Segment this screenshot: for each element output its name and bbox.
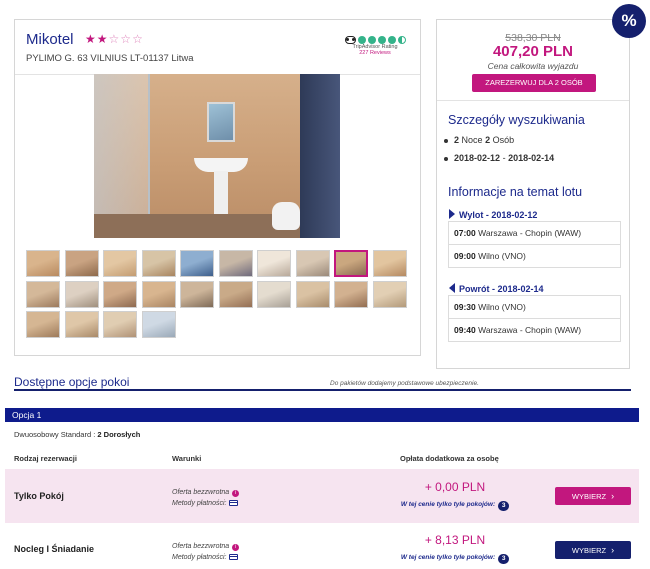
- main-hotel-photo[interactable]: [94, 74, 340, 238]
- hotel-header: Mikotel ★★☆☆☆ PYLIMO G. 63 VILNIUS LT-01…: [15, 20, 420, 75]
- photo-thumbnail[interactable]: [372, 250, 407, 277]
- photo-thumbnail[interactable]: [141, 311, 176, 338]
- photo-thumbnail[interactable]: [334, 250, 368, 277]
- insurance-note: Do pakietów dodajemy podstawowe ubezpiec…: [330, 380, 479, 387]
- photo-thumbnail[interactable]: [372, 280, 407, 308]
- photo-thumbnail[interactable]: [103, 280, 137, 308]
- price-caption: Cena całkowita wyjazdu: [487, 61, 579, 71]
- info-icon[interactable]: i: [232, 490, 240, 497]
- rooms-left-note: W tej cenie tylko tyle pokojów: 3: [385, 501, 525, 511]
- star-filled-icon: ★: [85, 32, 97, 46]
- photo-thumbnail[interactable]: [64, 250, 99, 277]
- flight-leg: 09:30 Wilno (VNO): [448, 295, 621, 319]
- flight-info-title: Informacje na temat lotu: [448, 185, 583, 199]
- photo-thumbnail[interactable]: [180, 250, 214, 277]
- conditions: Oferta bezzwrotna i Metody płatności:: [172, 541, 240, 563]
- flight-leg: 09:00 Wilno (VNO): [448, 244, 621, 268]
- discount-badge: %: [612, 4, 646, 38]
- reservation-type: Tylko Pokój: [14, 491, 64, 501]
- info-icon[interactable]: i: [232, 544, 240, 551]
- room-type: Dwuosobowy Standard : 2 Dorosłych: [14, 430, 141, 439]
- photo-thumbnail[interactable]: [103, 250, 137, 277]
- rating-bubble-icon: [357, 36, 366, 44]
- photo-thumbnail[interactable]: [64, 280, 99, 308]
- reservation-type: Nocleg I Śniadanie: [14, 544, 95, 554]
- star-empty-icon: ☆: [108, 32, 121, 46]
- star-rating: ★★☆☆☆: [85, 32, 144, 46]
- rating-bubble-icon: [387, 36, 396, 44]
- rooms-left-note: W tej cenie tylko tyle pokojów: 3: [385, 554, 525, 564]
- flight-leg: 09:40 Warszawa - Chopin (WAW): [448, 318, 621, 342]
- tripadvisor-reviews[interactable]: 227 Reviews: [342, 50, 408, 56]
- choose-button[interactable]: WYBIERZ ›: [555, 487, 631, 505]
- photo-thumbnail[interactable]: [257, 280, 291, 308]
- table-row: Tylko Pokój Oferta bezzwrotna i Metody pł…: [5, 469, 639, 523]
- price-summary-box: 538,30 PLN 407,20 PLN Cena całkowita wyj…: [436, 19, 630, 369]
- hotel-address: PYLIMO G. 63 VILNIUS LT-01137 Litwa: [26, 53, 194, 64]
- column-header-conditions: Warunki: [172, 454, 202, 463]
- photo-thumbnail[interactable]: [141, 280, 176, 308]
- arrow-right-icon: [449, 209, 455, 219]
- column-header-fee: Opłata dodatkowa za osobę: [400, 454, 499, 463]
- room-options-title: Dostępne opcje pokoi: [14, 375, 130, 389]
- credit-card-icon: [229, 554, 239, 560]
- photo-thumbnail[interactable]: [26, 311, 60, 338]
- stay-dates: 2018-02-12 - 2018-02-14: [443, 153, 555, 163]
- tripadvisor-owl-icon: [344, 36, 356, 44]
- hotel-name[interactable]: Mikotel: [26, 31, 74, 48]
- chevron-right-icon: ›: [611, 545, 615, 555]
- choose-button[interactable]: WYBIERZ ›: [555, 541, 631, 559]
- photo-thumbnail[interactable]: [141, 250, 176, 277]
- rooms-left-count: 3: [498, 501, 510, 511]
- photo-thumbnail[interactable]: [26, 280, 60, 308]
- photo-thumbnail[interactable]: [295, 280, 330, 308]
- table-row: Nocleg I Śniadanie Oferta bezzwrotna i Me…: [5, 523, 639, 569]
- photo-thumbnail[interactable]: [180, 280, 214, 308]
- photo-thumbnail[interactable]: [257, 250, 291, 277]
- rooms-left-count: 3: [498, 554, 510, 564]
- column-header-type: Rodzaj rezerwacji: [14, 454, 77, 463]
- photo-thumbnail[interactable]: [218, 280, 253, 308]
- rating-bubble-icon: [377, 36, 386, 44]
- search-details-title: Szczegóły wyszukiwania: [448, 113, 585, 127]
- book-button[interactable]: ZAREZERWUJ DLA 2 OSÓB: [472, 74, 596, 92]
- outbound-flight-header: Wylot - 2018-02-12: [449, 209, 537, 220]
- star-filled-icon: ★: [96, 32, 109, 46]
- extra-fee: + 0,00 PLN: [424, 480, 486, 494]
- arrow-left-icon: [449, 283, 455, 293]
- star-empty-icon: ☆: [132, 32, 144, 46]
- photo-thumbnail[interactable]: [334, 280, 368, 308]
- total-price: 407,20 PLN: [492, 43, 574, 60]
- return-flight-header: Powrót - 2018-02-14: [449, 283, 544, 294]
- photo-thumbnail[interactable]: [26, 250, 60, 277]
- photo-thumbnail[interactable]: [103, 311, 137, 338]
- divider: [437, 100, 629, 101]
- stay-length: 2 Noce 2 Osób: [443, 135, 515, 145]
- star-empty-icon: ☆: [120, 32, 133, 46]
- extra-fee: + 8,13 PLN: [424, 533, 486, 547]
- credit-card-icon: [229, 500, 239, 506]
- hotel-card: Mikotel ★★☆☆☆ PYLIMO G. 63 VILNIUS LT-01…: [14, 19, 421, 356]
- conditions: Oferta bezzwrotna i Metody płatności:: [172, 487, 240, 509]
- photo-thumbnail[interactable]: [64, 311, 99, 338]
- rating-bubble-icon: [367, 36, 376, 44]
- option-header: Opcja 1: [5, 408, 639, 422]
- chevron-right-icon: ›: [611, 491, 615, 501]
- section-divider: [14, 389, 631, 391]
- photo-thumbnail[interactable]: [295, 250, 330, 277]
- flight-leg: 07:00 Warszawa - Chopin (WAW): [448, 221, 621, 245]
- photo-thumbnail[interactable]: [218, 250, 253, 277]
- rating-half-bubble-icon: [397, 36, 406, 44]
- tripadvisor-rating[interactable]: TripAdvisor Rating 227 Reviews: [342, 36, 408, 56]
